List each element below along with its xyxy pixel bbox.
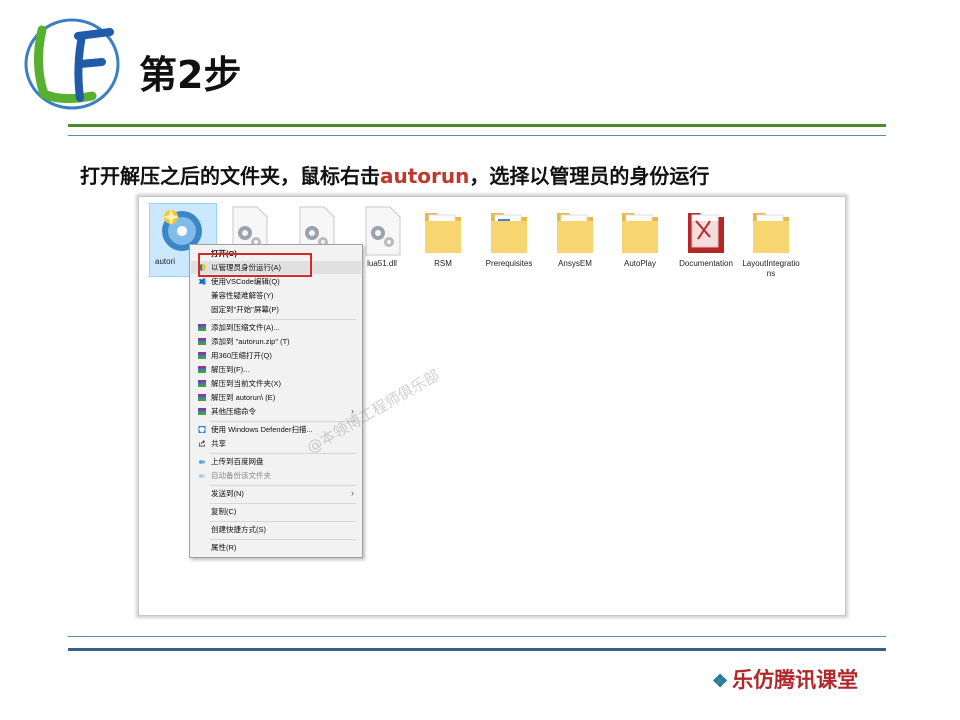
folder-autoplay[interactable]: AutoPlay [607,207,673,269]
folder-icon [622,213,658,253]
menu-label: 解压到(F)... [211,365,250,374]
menu-label: 用360压缩打开(Q) [211,351,272,360]
winrar-icon [198,408,206,415]
instruction-text: 打开解压之后的文件夹，鼠标右击autorun，选择以管理员的身份运行 [80,160,709,189]
file-label: AnsysEM [558,259,592,268]
brand-text: 乐仿腾讯课堂 [732,667,859,692]
lf-logo-icon [24,18,120,110]
baidu-cloud-icon [198,460,206,464]
menu-item-add-archive[interactable]: 添加到压缩文件(A)... [190,321,362,334]
menu-label: 复制(C) [211,507,237,516]
chevron-right-icon: › [351,488,354,498]
menu-label: 使用 Windows Defender扫描... [211,425,313,434]
menu-label: 上传到百度网盘 [211,457,264,466]
diamond-cluster-icon: ❖ [712,671,729,692]
menu-item-extract-here[interactable]: 解压到当前文件夹(X) [190,377,362,390]
file-label: LayoutIntegrations [742,259,800,278]
winrar-icon [198,394,206,401]
winrar-icon [198,380,206,387]
folder-icon [557,213,593,253]
menu-label: 共享 [211,439,226,448]
menu-item-extract-to[interactable]: 解压到(F)... [190,363,362,376]
menu-separator [210,319,356,320]
menu-label: 自动备份该文件夹 [211,471,271,480]
menu-label: 创建快捷方式(S) [211,525,266,534]
menu-label: 添加到 "autorun.zip" (T) [211,337,290,346]
folder-ansysem[interactable]: AnsysEM [542,207,608,269]
menu-label: 兼容性疑难解答(Y) [211,291,274,300]
brand-footer: ❖ 乐仿腾讯课堂 [712,664,858,694]
pdf-folder-icon [688,213,724,253]
menu-label: 添加到压缩文件(A)... [211,323,280,332]
menu-separator [210,485,356,486]
menu-item-baidu-upload[interactable]: 上传到百度网盘 [190,455,362,468]
menu-separator [210,503,356,504]
menu-label: 发送到(N) [211,489,244,498]
menu-item-baidu-backup[interactable]: 自动备份该文件夹 [190,469,362,482]
share-icon [199,440,206,447]
menu-label: 属性(R) [211,543,237,552]
winrar-icon [198,338,206,345]
vscode-icon [198,278,206,285]
dll-file-icon [365,206,401,256]
file-label: Prerequisites [485,259,533,268]
folder-documentation[interactable]: Documentation [673,207,739,269]
instruction-part: 打开解压之后的文件夹，鼠标右击 [80,164,380,188]
footer-divider-thin [68,636,886,637]
winrar-icon [198,324,206,331]
folder-icon [753,213,789,253]
menu-separator [210,521,356,522]
winrar-icon [198,366,206,373]
menu-item-pin-start[interactable]: 固定到"开始"屏幕(P) [190,303,362,316]
menu-item-extract-folder[interactable]: 解压到 autorun\ (E) [190,391,362,404]
menu-separator [210,453,356,454]
menu-label: 解压到 autorun\ (E) [211,393,276,402]
step-title: 第2步 [139,53,242,97]
header-divider-thin [68,135,886,136]
defender-icon [198,426,206,433]
menu-label: 解压到当前文件夹(X) [211,379,281,388]
instruction-part: ，选择以管理员的身份运行 [469,164,710,188]
folder-icon [491,213,527,253]
menu-item-add-zip[interactable]: 添加到 "autorun.zip" (T) [190,335,362,348]
file-label: Documentation [679,259,733,268]
instruction-highlight: autorun [380,164,470,188]
context-menu: 打开(O) 以管理员身份运行(A) 使用VSCode编辑(Q) 兼容性疑难解答(… [189,244,363,558]
menu-item-properties[interactable]: 属性(R) [190,541,362,554]
menu-item-copy[interactable]: 复制(C) [190,505,362,518]
folder-rsm[interactable]: RSM [410,207,476,269]
folder-layoutintegrations[interactable]: LayoutIntegrations [738,207,804,279]
highlight-box [198,253,312,277]
menu-item-compat[interactable]: 兼容性疑难解答(Y) [190,289,362,302]
menu-item-open-360[interactable]: 用360压缩打开(Q) [190,349,362,362]
file-label: RSM [434,259,452,268]
menu-label: 其他压缩命令 [211,407,256,416]
menu-item-create-shortcut[interactable]: 创建快捷方式(S) [190,523,362,536]
menu-separator [210,539,356,540]
folder-icon [425,213,461,253]
baidu-cloud-icon [198,474,206,478]
footer-divider [68,648,886,651]
menu-label: 固定到"开始"屏幕(P) [211,305,279,314]
menu-item-more-compress[interactable]: 其他压缩命令 › [190,405,362,418]
winrar-icon [198,352,206,359]
menu-item-send-to[interactable]: 发送到(N) › [190,487,362,500]
header-divider [68,124,886,127]
file-label: AutoPlay [623,259,657,268]
folder-prerequisites[interactable]: Prerequisites [476,207,542,269]
